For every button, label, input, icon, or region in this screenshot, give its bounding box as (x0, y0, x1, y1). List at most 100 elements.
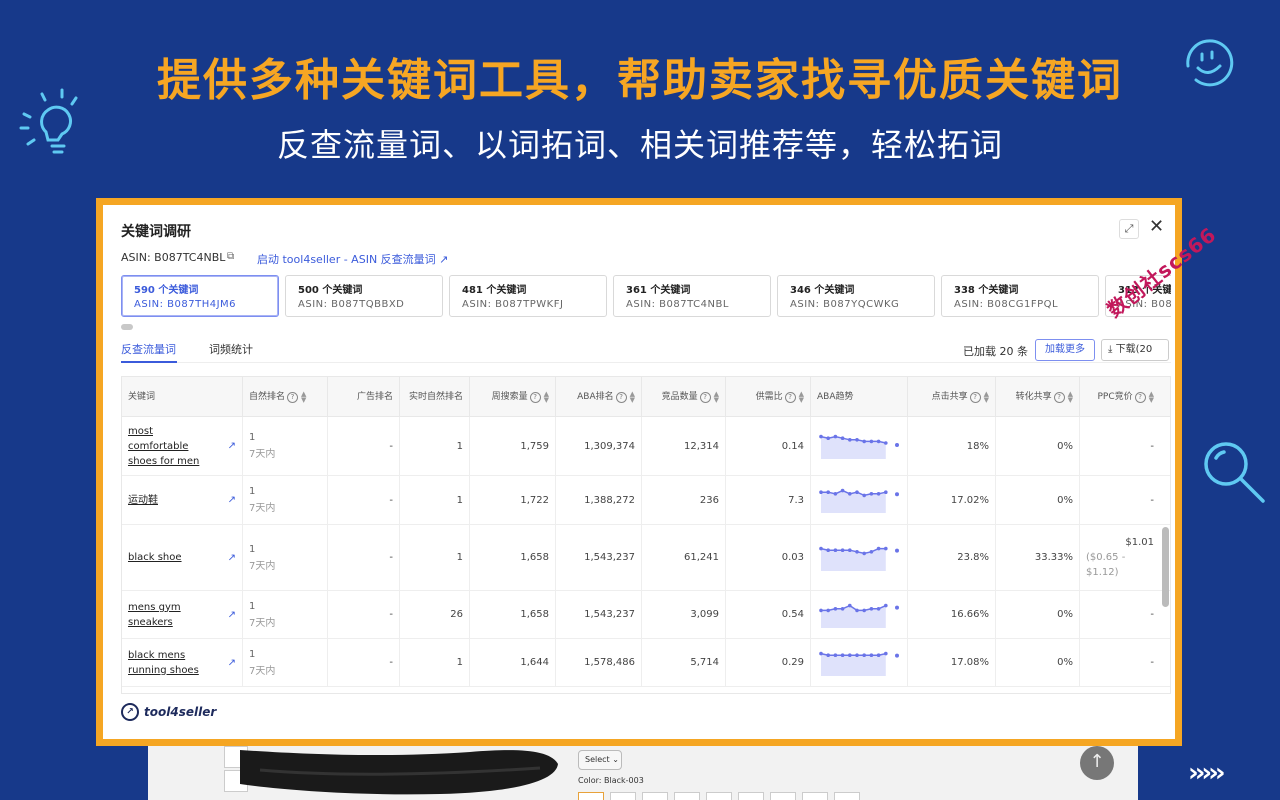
conversion-share: 0% (1057, 609, 1073, 620)
sort-icon[interactable]: ▲▼ (544, 391, 549, 403)
color-swatch[interactable] (674, 792, 700, 800)
sort-icon[interactable]: ▲▼ (630, 391, 635, 403)
keyword-cell: most comfortable shoes for men ↗ (122, 417, 243, 475)
sort-icon[interactable]: ▲▼ (714, 391, 719, 403)
sort-icon[interactable]: ▲▼ (799, 391, 804, 403)
organic-rank-period: 7天内 (249, 614, 275, 629)
column-header[interactable]: 自然排名?▲▼ (243, 377, 328, 417)
help-icon[interactable]: ? (785, 392, 796, 403)
keyword-link[interactable]: black shoe (128, 550, 182, 565)
trend-point (848, 492, 852, 496)
close-icon[interactable]: ✕ (1149, 216, 1164, 237)
color-swatch[interactable] (802, 792, 828, 800)
organic-rank-cell: 17天内 (243, 591, 328, 638)
keyword-table: 关键词 自然排名?▲▼ 广告排名 实时自然排名 周搜索量?▲▼ ABA排名?▲▼… (121, 376, 1171, 694)
help-icon[interactable]: ? (700, 392, 711, 403)
tab-word-frequency[interactable]: 词频统计 (209, 341, 253, 357)
keyword-link[interactable]: most comfortable shoes for men (128, 424, 212, 469)
column-header[interactable]: 供需比?▲▼ (726, 377, 811, 417)
load-more-button[interactable]: 加载更多 (1035, 339, 1095, 361)
asin-card-count: 590 个关键词 (134, 281, 278, 296)
help-icon[interactable]: ? (1135, 392, 1146, 403)
organic-rank-period: 7天内 (249, 557, 275, 572)
help-icon[interactable]: ? (616, 392, 627, 403)
external-link-icon[interactable]: ↗ (228, 609, 236, 620)
color-swatch[interactable] (770, 792, 796, 800)
column-header[interactable]: 实时自然排名 (400, 377, 470, 417)
color-swatch[interactable] (834, 792, 860, 800)
help-icon[interactable]: ? (970, 392, 981, 403)
external-link-icon[interactable]: ↗ (228, 552, 236, 563)
color-swatch[interactable] (738, 792, 764, 800)
column-header[interactable]: ABA趋势 (811, 377, 908, 417)
asin-card[interactable]: 481 个关键词 ASIN: B087TPWKFJ (449, 275, 607, 317)
asin-card[interactable]: 346 个关键词 ASIN: B087YQCWKG (777, 275, 935, 317)
supply-demand-cell: 0.03 (726, 525, 811, 590)
column-header[interactable]: 广告排名 (328, 377, 400, 417)
column-header[interactable]: PPC竞价?▲▼ (1080, 377, 1160, 417)
trend-point (862, 608, 866, 612)
trend-point (819, 546, 823, 550)
scroll-to-top-button[interactable]: ↑ (1080, 746, 1114, 780)
color-swatch[interactable] (642, 792, 668, 800)
help-icon[interactable]: ? (530, 392, 541, 403)
launch-reverse-lookup-link[interactable]: 启动 tool4seller - ASIN 反查流量词 ↗ (257, 251, 448, 267)
supply-demand-ratio: 0.54 (782, 609, 804, 620)
trend-point (884, 490, 888, 494)
sort-icon[interactable]: ▲▼ (1149, 391, 1154, 403)
external-link-icon[interactable]: ↗ (228, 495, 236, 506)
external-link-icon[interactable]: ↗ (228, 657, 236, 668)
live-rank-cell: 1 (400, 639, 470, 686)
asin-card-count: 361 个关键词 (626, 281, 770, 296)
column-header[interactable]: 关键词 (122, 377, 243, 417)
asin-card-code: ASIN: B087TPWKFJ (462, 299, 606, 310)
trend-point (826, 490, 830, 494)
column-header[interactable]: 周搜索量?▲▼ (470, 377, 556, 417)
help-icon[interactable]: ? (287, 392, 298, 403)
asin-card[interactable]: 590 个关键词 ASIN: B087TH4JM6 (121, 275, 279, 317)
asin-card-code: ASIN: B087TQBBXD (298, 299, 442, 310)
keyword-link[interactable]: black mens running shoes (128, 648, 212, 678)
trend-point-latest (895, 492, 899, 496)
horizontal-scrollbar[interactable] (121, 324, 133, 330)
tab-reverse-lookup[interactable]: 反查流量词 (121, 341, 176, 357)
copy-icon[interactable]: ⧉ (227, 251, 234, 262)
asin-card[interactable]: 361 个关键词 ASIN: B087TC4NBL (613, 275, 771, 317)
download-button[interactable]: ⤓ 下载(20 (1101, 339, 1169, 361)
external-link-icon[interactable]: ↗ (228, 441, 236, 452)
click-share-cell: 17.02% (908, 476, 996, 524)
asin-card[interactable]: 500 个关键词 ASIN: B087TQBBXD (285, 275, 443, 317)
dialog-title: 关键词调研 (121, 221, 191, 241)
lightbulb-icon (18, 88, 88, 160)
asin-card[interactable]: 338 个关键词 ASIN: B08CG1FPQL (941, 275, 1099, 317)
column-header[interactable]: 转化共享?▲▼ (996, 377, 1080, 417)
column-header[interactable]: 点击共享?▲▼ (908, 377, 996, 417)
trend-area (821, 653, 886, 675)
sort-icon[interactable]: ▲▼ (984, 391, 989, 403)
competitor-count-cell: 5,714 (642, 639, 726, 686)
help-icon[interactable]: ? (1054, 392, 1065, 403)
color-swatch[interactable] (610, 792, 636, 800)
column-header[interactable]: ABA排名?▲▼ (556, 377, 642, 417)
aba-rank: 1,309,374 (584, 441, 635, 452)
vertical-scrollbar[interactable] (1162, 527, 1169, 607)
sort-icon[interactable]: ▲▼ (1068, 391, 1073, 403)
chevrons-right-icon: ››››› (1188, 758, 1222, 788)
column-header-label: 转化共享 (1016, 391, 1052, 403)
aba-rank-cell: 1,309,374 (556, 417, 642, 475)
competitor-count-cell: 3,099 (642, 591, 726, 638)
supply-demand-cell: 0.29 (726, 639, 811, 686)
column-header[interactable]: 竞品数量?▲▼ (642, 377, 726, 417)
expand-icon[interactable]: ⤢ (1119, 219, 1139, 239)
download-icon: ⤓ (1108, 344, 1112, 355)
keyword-link[interactable]: mens gym sneakers (128, 600, 212, 630)
color-swatch[interactable] (578, 792, 604, 800)
sort-icon[interactable]: ▲▼ (301, 391, 306, 403)
ppc-bid: - (1150, 439, 1154, 454)
search-volume-cell: 1,722 (470, 476, 556, 524)
keyword-link[interactable]: 运动鞋 (128, 493, 158, 508)
trend-point (819, 490, 823, 494)
size-select[interactable]: Select ⌄ (578, 750, 622, 770)
color-swatch[interactable] (706, 792, 732, 800)
aba-rank-cell: 1,388,272 (556, 476, 642, 524)
